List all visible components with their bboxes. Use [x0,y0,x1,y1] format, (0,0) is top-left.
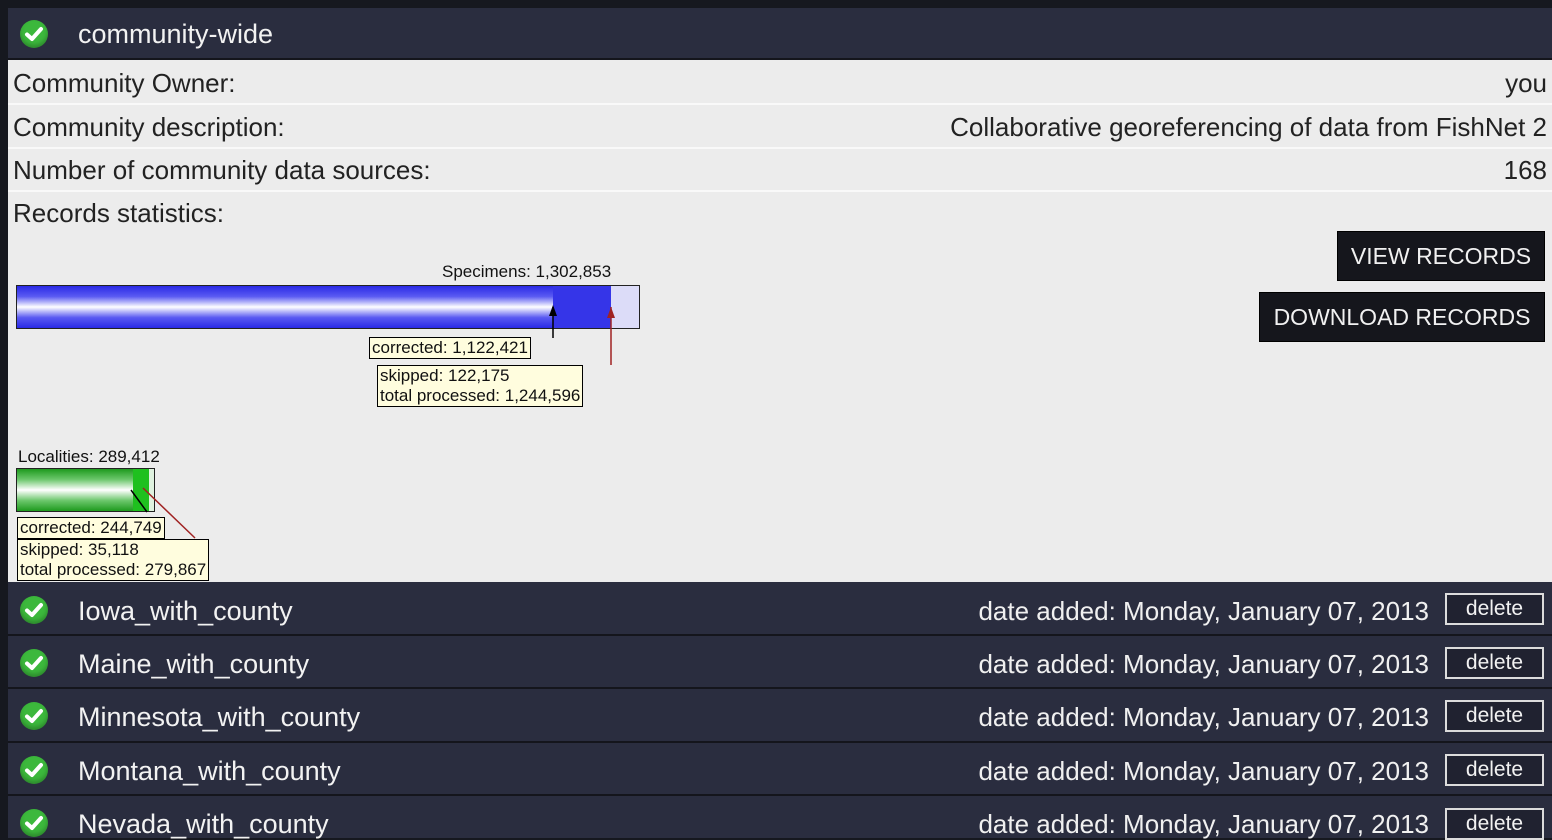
sources-value: 168 [1503,155,1547,185]
source-date-added: date added: Monday, January 07, 2013 [978,756,1429,786]
community-panel: community-wide Community Owner: you Comm… [8,8,1552,840]
check-circle-icon [20,649,48,677]
source-date-added: date added: Monday, January 07, 2013 [978,649,1429,679]
community-header[interactable]: community-wide [8,8,1552,60]
specimens-processed-tooltip: skipped: 122,175 total processed: 1,244,… [377,365,584,407]
description-value: Collaborative georeferencing of data fro… [950,112,1547,142]
view-records-button[interactable]: VIEW RECORDS [1337,231,1545,281]
check-circle-icon [20,20,48,48]
source-row[interactable]: Minnesota_with_county date added: Monday… [8,689,1552,743]
localities-skipped-text: skipped: 35,118 [20,540,139,559]
community-name: community-wide [78,19,274,49]
localities-pointers [130,487,196,539]
source-name: Montana_with_county [78,756,341,786]
localities-corrected-text: corrected: 244,749 [20,518,162,537]
localities-processed-tooltip: skipped: 35,118 total processed: 279,867 [17,539,210,581]
delete-button[interactable]: delete [1445,647,1544,679]
localities-processed-text: total processed: 279,867 [20,560,207,579]
delete-button[interactable]: delete [1445,593,1544,625]
source-date-added: date added: Monday, January 07, 2013 [978,809,1429,839]
specimens-skipped-text: skipped: 122,175 [380,366,510,385]
source-name: Maine_with_county [78,649,310,679]
community-details: Community Owner: you Community descripti… [8,60,1552,582]
localities-corrected-tooltip: corrected: 244,749 [17,517,165,539]
specimens-corrected-tooltip: corrected: 1,122,421 [369,337,531,359]
delete-button[interactable]: delete [1445,700,1544,732]
source-name: Minnesota_with_county [78,702,361,732]
check-circle-icon [20,756,48,784]
source-name: Nevada_with_county [78,809,329,839]
check-circle-icon [20,809,48,837]
source-name: Iowa_with_county [78,596,293,626]
check-circle-icon [20,702,48,730]
localities-corrected-pointer [130,489,148,513]
source-row[interactable]: Maine_with_county date added: Monday, Ja… [8,636,1552,689]
source-date-added: date added: Monday, January 07, 2013 [978,596,1429,626]
source-row[interactable]: Montana_with_county date added: Monday, … [8,743,1552,796]
source-row[interactable]: Iowa_with_county date added: Monday, Jan… [8,582,1552,636]
download-records-button[interactable]: DOWNLOAD RECORDS [1259,292,1545,342]
delete-button[interactable]: delete [1445,808,1544,840]
specimens-corrected-arrowhead [549,305,557,316]
owner-value: you [1505,68,1547,98]
specimens-processed-arrowhead [607,307,615,318]
source-row[interactable]: Nevada_with_county date added: Monday, J… [8,796,1552,840]
specimens-processed-text: total processed: 1,244,596 [380,386,581,405]
delete-button[interactable]: delete [1445,754,1544,786]
specimens-corrected-text: corrected: 1,122,421 [372,338,528,357]
check-circle-icon [20,596,48,624]
source-date-added: date added: Monday, January 07, 2013 [978,702,1429,732]
